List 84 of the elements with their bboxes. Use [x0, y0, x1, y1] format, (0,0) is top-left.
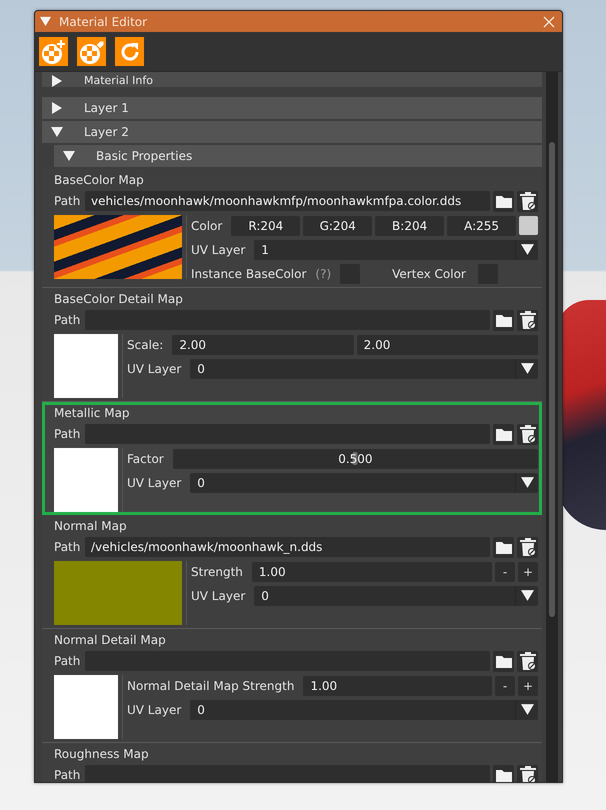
- field-label: Strength: [191, 564, 244, 578]
- map-title: BaseColor Map: [54, 173, 145, 188]
- map-title: Normal Detail Map: [54, 633, 167, 648]
- channel-field[interactable]: B:204: [375, 216, 444, 236]
- folder-icon: [496, 428, 512, 440]
- folder-icon: [496, 654, 512, 668]
- clear-button[interactable]: [517, 764, 538, 782]
- field-label: Normal Detail Map Strength: [127, 678, 296, 692]
- channel-field[interactable]: R:204: [231, 216, 300, 236]
- field-label: Factor: [127, 452, 165, 466]
- number-field[interactable]: 2.00: [356, 334, 538, 354]
- decrement-button[interactable]: -: [495, 562, 515, 582]
- path-label: Path: [54, 313, 82, 327]
- blank-preview: [54, 334, 118, 398]
- uv-layer-dropdown[interactable]: 1: [254, 240, 538, 260]
- field-label: Color: [191, 218, 224, 232]
- map-title: Roughness Map: [54, 747, 150, 762]
- path-field[interactable]: /vehicles/moonhawk/moonhawk_n.dds: [85, 537, 490, 557]
- trash-icon: [520, 652, 536, 670]
- section-header[interactable]: Basic Properties: [54, 145, 542, 167]
- folder-icon: [496, 540, 512, 554]
- blank-preview: [54, 448, 118, 512]
- field-label: UV Layer: [127, 362, 182, 376]
- number-field[interactable]: 2.00: [172, 334, 354, 354]
- path-label: Path: [54, 194, 82, 208]
- browse-button[interactable]: [493, 310, 514, 330]
- clear-button[interactable]: [517, 190, 538, 212]
- channel-field[interactable]: A:255: [447, 216, 516, 236]
- map-title: BaseColor Detail Map: [54, 292, 184, 307]
- path-label: Path: [54, 427, 82, 441]
- close-icon: [543, 16, 555, 28]
- path-field[interactable]: [85, 765, 490, 782]
- trash-icon: [520, 192, 536, 210]
- section-header[interactable]: Material Info: [42, 72, 542, 87]
- folder-icon: [496, 194, 512, 208]
- field-label: UV Layer: [127, 476, 182, 490]
- field-label: UV Layer: [191, 242, 246, 256]
- help-hint[interactable]: (?): [315, 266, 332, 280]
- browse-button[interactable]: [493, 650, 514, 672]
- channel-field[interactable]: G:204: [303, 216, 372, 236]
- folder-icon: [496, 768, 512, 782]
- browse-button[interactable]: [493, 764, 514, 782]
- path-label: Path: [54, 768, 82, 782]
- checkered-ball-plus-icon: [40, 38, 67, 65]
- path-label: Path: [54, 540, 82, 554]
- clear-button[interactable]: [517, 424, 538, 444]
- map-title: Metallic Map: [54, 406, 131, 421]
- checkbox-label: Vertex Color: [392, 266, 466, 280]
- collapse-triangle-icon[interactable]: [40, 16, 51, 27]
- trash-icon: [520, 311, 536, 329]
- uv-layer-dropdown[interactable]: 0: [190, 472, 538, 492]
- decrement-button[interactable]: -: [495, 676, 515, 696]
- folder-icon: [496, 314, 512, 326]
- uv-layer-dropdown[interactable]: 0: [254, 586, 538, 606]
- uv-layer-dropdown[interactable]: 0: [190, 700, 538, 720]
- clear-button[interactable]: [517, 536, 538, 558]
- field-label: UV Layer: [127, 702, 182, 716]
- close-button[interactable]: [541, 14, 557, 30]
- blank-preview: [54, 675, 118, 739]
- scrollbar[interactable]: [546, 72, 558, 782]
- path-label: Path: [54, 654, 82, 668]
- increment-button[interactable]: +: [518, 676, 538, 696]
- map-title: Normal Map: [54, 519, 128, 534]
- checkbox-label: Instance BaseColor: [191, 266, 306, 280]
- increment-button[interactable]: +: [518, 562, 538, 582]
- browse-button[interactable]: [493, 190, 514, 212]
- field-label: Scale:: [127, 338, 164, 352]
- browse-button[interactable]: [493, 536, 514, 558]
- browse-button[interactable]: [493, 424, 514, 444]
- clear-button[interactable]: [517, 310, 538, 330]
- trash-icon: [520, 425, 536, 443]
- section-header[interactable]: Layer 2: [42, 121, 542, 143]
- field-label: UV Layer: [191, 588, 246, 602]
- scrollbar-thumb[interactable]: [549, 142, 555, 617]
- section-header[interactable]: Layer 1: [42, 97, 542, 119]
- window-title: Material Editor: [59, 14, 148, 28]
- number-field[interactable]: 1.00: [252, 562, 492, 582]
- uv-layer-dropdown[interactable]: 0: [190, 358, 538, 378]
- factor-slider[interactable]: 0.500: [172, 448, 538, 468]
- clear-button[interactable]: [517, 650, 538, 672]
- trash-icon: [520, 538, 536, 556]
- color-swatch[interactable]: [519, 216, 538, 235]
- path-field[interactable]: vehicles/moonhawk/moonhawkmfp/moonhawkmfpa.color.dds: [85, 191, 490, 211]
- number-field[interactable]: 1.00: [303, 676, 492, 696]
